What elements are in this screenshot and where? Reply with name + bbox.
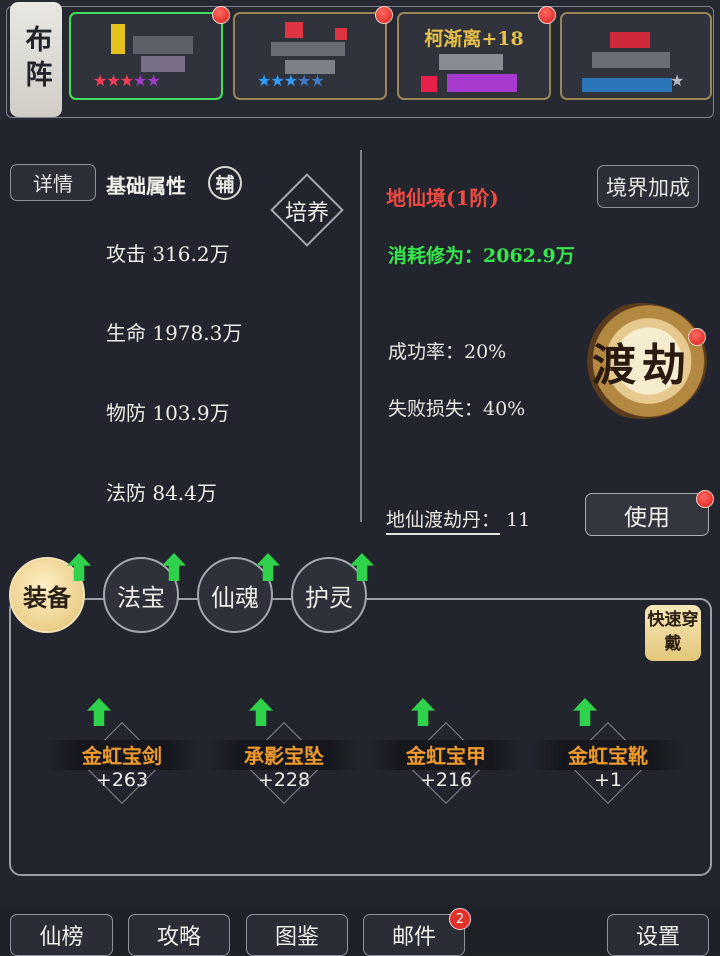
support-role-badge: 辅: [208, 166, 242, 200]
notification-dot: [696, 490, 714, 508]
notification-dot: [375, 6, 393, 24]
tribulation-button[interactable]: 渡劫: [577, 303, 707, 419]
details-button[interactable]: 详情: [10, 164, 96, 201]
use-button[interactable]: 使用: [585, 493, 709, 536]
realm-bonus-button[interactable]: 境界加成: [597, 165, 699, 208]
equipment-slot[interactable]: 金虹宝甲 +216: [371, 698, 521, 812]
ranking-button[interactable]: 仙榜: [10, 914, 113, 956]
section-title: 基础属性: [106, 174, 186, 198]
equipment-level: +228: [257, 769, 311, 791]
equipment-name: 金虹宝甲: [406, 744, 486, 768]
star-rating: ★★★★★: [257, 71, 325, 90]
notification-dot: [538, 6, 556, 24]
hero-card[interactable]: ★★★★★: [233, 12, 387, 100]
tab-guardian-spirit[interactable]: 护灵: [291, 557, 367, 633]
tab-immortal-soul[interactable]: 仙魂: [197, 557, 273, 633]
equipment-slot[interactable]: 承影宝坠 +228: [209, 698, 359, 812]
cultivation-cost: 消耗修为：2062.9万: [388, 245, 575, 267]
column-divider: [360, 150, 362, 522]
mail-count-badge: 2: [449, 908, 471, 930]
hero-name: 柯渐离+18: [424, 28, 524, 50]
failure-loss: 失败损失：40%: [388, 398, 526, 420]
tribulation-pill: 地仙渡劫丹： 11: [386, 505, 531, 535]
tab-treasure[interactable]: 法宝: [103, 557, 179, 633]
hero-card[interactable]: ★: [560, 12, 712, 100]
lineup-button[interactable]: 布阵: [10, 2, 62, 117]
quick-wear-button[interactable]: 快速穿戴: [645, 605, 701, 661]
equipment-slot[interactable]: 金虹宝靴 +1: [533, 698, 683, 812]
cultivate-button[interactable]: 培养: [278, 195, 336, 227]
equipment-name: 承影宝坠: [244, 744, 324, 768]
realm-name: 地仙境(1阶): [386, 186, 499, 210]
pill-label[interactable]: 地仙渡劫丹：: [386, 509, 501, 535]
notification-dot: [212, 6, 230, 24]
physical-defense-stat: 物防 103.9万: [106, 401, 230, 425]
tab-equipment[interactable]: 装备: [9, 557, 85, 633]
equipment-level: +1: [593, 769, 622, 791]
hero-card[interactable]: ★★★★★: [69, 12, 223, 100]
codex-button[interactable]: 图鉴: [246, 914, 348, 956]
equipment-name: 金虹宝靴: [568, 744, 648, 768]
success-rate: 成功率：20%: [388, 341, 507, 363]
magic-defense-stat: 法防 84.4万: [106, 481, 217, 505]
pill-count: 11: [506, 509, 531, 531]
attack-stat: 攻击 316.2万: [106, 242, 230, 266]
equipment-level: +263: [95, 769, 149, 791]
settings-button[interactable]: 设置: [607, 914, 709, 956]
guide-button[interactable]: 攻略: [128, 914, 230, 956]
hero-card[interactable]: 柯渐离+18: [397, 12, 551, 100]
equipment-level: +216: [419, 769, 473, 791]
equipment-slot[interactable]: 金虹宝剑 +263: [47, 698, 197, 812]
hp-stat: 生命 1978.3万: [106, 321, 243, 345]
star-rating: ★★★★★: [93, 71, 161, 90]
notification-dot: [688, 328, 706, 346]
equipment-name: 金虹宝剑: [82, 744, 162, 768]
star-rating: ★: [670, 71, 684, 90]
